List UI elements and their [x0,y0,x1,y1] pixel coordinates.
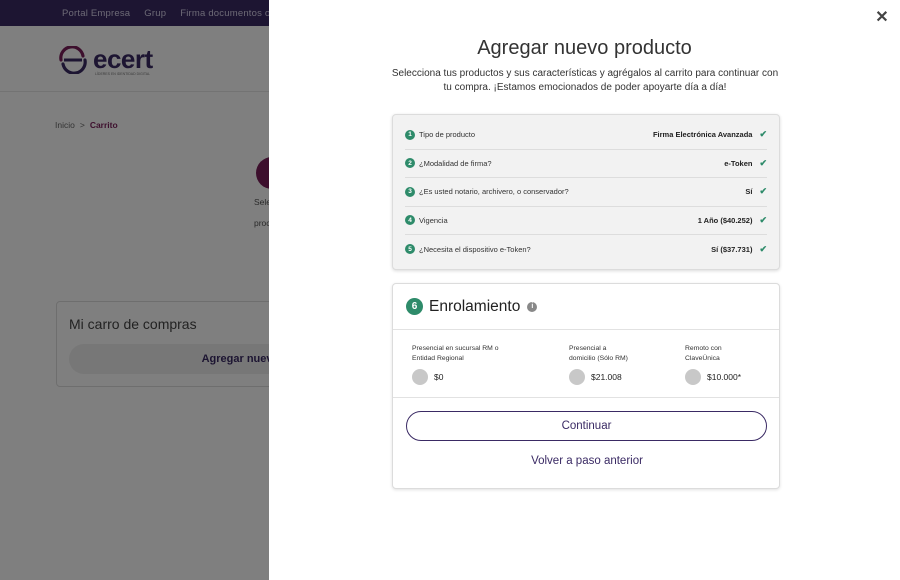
summary-row[interactable]: 3 ¿Es usted notario, archivero, o conser… [405,178,767,207]
enrolamiento-header: 6 Enrolamiento i [393,284,779,330]
summary-answer: e-Token [724,158,753,168]
check-icon: ✔ [759,214,767,225]
option-price: $0 [434,372,444,382]
option-label: Entidad Regional [412,354,464,362]
option-choice: $21.008 [569,369,628,385]
back-button[interactable]: Volver a paso anterior [393,455,781,467]
step-number: 6 [406,298,423,315]
option-price: $10.000* [707,372,742,382]
summary-answer: 1 Año ($40.252) [697,215,753,225]
enrolamiento-title: Enrolamiento [429,297,521,315]
selection-summary: 1 Tipo de producto Firma Electrónica Ava… [392,114,780,270]
enrolamiento-options: Presencial en sucursal RM o Entidad Regi… [393,330,779,398]
option-remoto[interactable]: Remoto con ClaveÚnica $10.000* [685,344,741,385]
summary-row[interactable]: 4 Vigencia 1 Año ($40.252) ✔ [405,207,767,235]
option-choice: $10.000* [685,369,741,385]
summary-question: ¿Modalidad de firma? [419,158,492,168]
panel-subtitle: Selecciona tus productos y sus caracterí… [391,68,779,93]
option-label: domicilio (Sólo RM) [569,354,628,362]
step-number: 1 [405,129,415,140]
info-icon[interactable]: i [527,301,538,312]
check-icon: ✔ [759,186,767,197]
option-price: $21.008 [591,372,622,382]
continue-button[interactable]: Continuar [406,411,767,441]
panel-title: Agregar nuevo producto [477,37,692,59]
summary-answer: Sí [745,187,753,197]
option-label: Presencial a [569,345,607,352]
option-radio[interactable] [412,369,428,385]
step-number: 4 [405,215,415,226]
enrolamiento-card: 6 Enrolamiento i Presencial en sucursal … [392,283,780,489]
option-label: ClaveÚnica [685,354,720,362]
option-label: Presencial en sucursal RM o [412,345,499,352]
check-icon: ✔ [759,243,767,254]
summary-row[interactable]: 5 ¿Necesita el dispositivo e-Token? Sí (… [405,235,767,264]
option-radio[interactable] [685,369,701,385]
option-domicilio[interactable]: Presencial a domicilio (Sólo RM) $21.008 [569,344,628,385]
summary-row[interactable]: 2 ¿Modalidad de firma? e-Token ✔ [405,150,767,178]
option-radio[interactable] [569,369,585,385]
step-number: 3 [405,186,415,197]
check-icon: ✔ [759,129,767,140]
summary-answer: Sí ($37.731) [711,244,753,254]
summary-row[interactable]: 1 Tipo de producto Firma Electrónica Ava… [405,121,767,150]
option-choice: $0 [412,369,499,385]
summary-answer: Firma Electrónica Avanzada [652,130,753,140]
close-icon[interactable]: ✕ [874,9,890,26]
summary-question: Vigencia [419,215,448,225]
step-number: 2 [405,158,415,169]
option-sucursal[interactable]: Presencial en sucursal RM o Entidad Regi… [412,344,499,385]
step-number: 5 [405,244,415,255]
add-product-panel: ✕ Agregar nuevo producto Selecciona tus … [269,0,900,580]
summary-question: ¿Necesita el dispositivo e-Token? [419,244,531,254]
summary-question: ¿Es usted notario, archivero, o conserva… [419,187,569,197]
summary-question: Tipo de producto [419,130,476,140]
option-label: Remoto con [685,345,722,352]
check-icon: ✔ [759,157,767,168]
